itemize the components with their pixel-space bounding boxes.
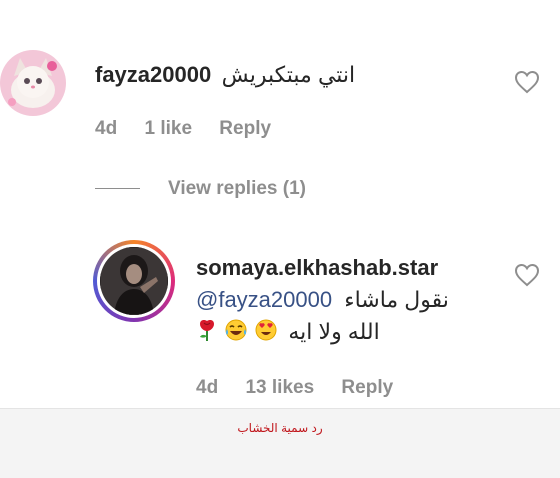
reply-meta: 4d 13 likes Reply [196, 377, 415, 399]
comment-text: انتي مبتكبريش [221, 62, 356, 87]
reply-text-first: نقول ماشاء [344, 287, 449, 312]
heart-outline-icon [514, 70, 540, 94]
reply-reply-button[interactable]: Reply [341, 377, 393, 398]
kitten-avatar-image [0, 50, 66, 116]
reply-avatar [100, 247, 168, 315]
caption-bar: رد سمية الخشاب [0, 408, 560, 478]
comment-username[interactable]: fayza20000 [95, 62, 211, 87]
reply-likes[interactable]: 13 likes [245, 377, 314, 398]
reply-text-line2: الله ولا ايه [196, 318, 380, 348]
view-replies-button[interactable]: View replies (1) [168, 178, 306, 200]
comment-likes[interactable]: 1 like [144, 118, 192, 139]
heart-eyes-emoji [254, 318, 278, 348]
commenter-avatar[interactable] [0, 50, 66, 116]
comment-meta: 4d 1 like Reply [95, 118, 293, 140]
reply-username[interactable]: somaya.elkhashab.star [196, 255, 438, 281]
reply-like-button[interactable] [514, 263, 540, 292]
comment-reply-button[interactable]: Reply [219, 118, 271, 139]
heart-outline-icon [514, 263, 540, 287]
reply-time: 4d [196, 377, 219, 398]
woman-portrait-avatar-image [100, 247, 168, 315]
comment-like-button[interactable] [514, 70, 540, 99]
rose-emoji [196, 318, 218, 348]
reply-text-second: الله ولا ايه [288, 318, 380, 344]
tears-of-joy-emoji [224, 318, 248, 348]
reply-mention-link[interactable]: @fayza20000 [196, 287, 332, 312]
replies-divider-line [95, 188, 140, 189]
comment-body: fayza20000 انتي مبتكبريش [95, 62, 405, 88]
comment-time: 4d [95, 118, 118, 139]
caption-text: رد سمية الخشاب [237, 421, 323, 435]
reply-text-line1: @fayza20000 نقول ماشاء [196, 287, 449, 313]
reply-avatar-story-ring[interactable] [93, 240, 175, 322]
